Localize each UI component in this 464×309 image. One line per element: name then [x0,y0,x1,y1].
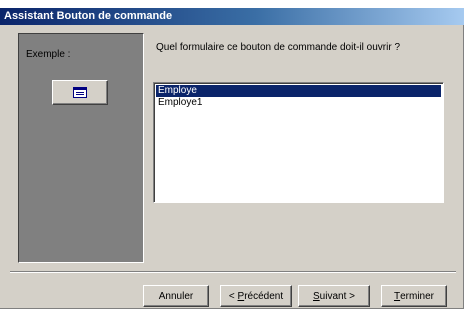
previous-button-prefix: < [228,290,238,302]
form-listbox[interactable]: Employe Employe1 [153,82,444,203]
example-label: Exemple : [26,49,71,60]
cancel-button[interactable]: Annuler [143,285,209,307]
next-button-accel: S [313,290,320,302]
previous-button-rest: récédent [244,290,284,302]
example-panel: Exemple : [18,33,144,263]
finish-button-rest: erminer [400,290,434,302]
next-button[interactable]: Suivant > [298,285,370,307]
footer-divider [10,271,456,273]
previous-button-accel: P [237,290,245,302]
example-command-button [52,80,108,105]
finish-button[interactable]: Terminer [381,285,447,307]
wizard-dialog: Assistant Bouton de commande Exemple : Q… [0,8,464,309]
title-bar[interactable]: Assistant Bouton de commande [0,8,464,25]
form-icon [73,87,87,98]
previous-button[interactable]: < Précédent [220,285,292,307]
question-text: Quel formulaire ce bouton de commande do… [156,42,401,53]
list-item-employe[interactable]: Employe [156,85,441,97]
list-item-employe1[interactable]: Employe1 [156,97,441,109]
next-button-rest: uivant > [319,290,355,302]
cancel-button-label: Annuler [158,290,194,302]
